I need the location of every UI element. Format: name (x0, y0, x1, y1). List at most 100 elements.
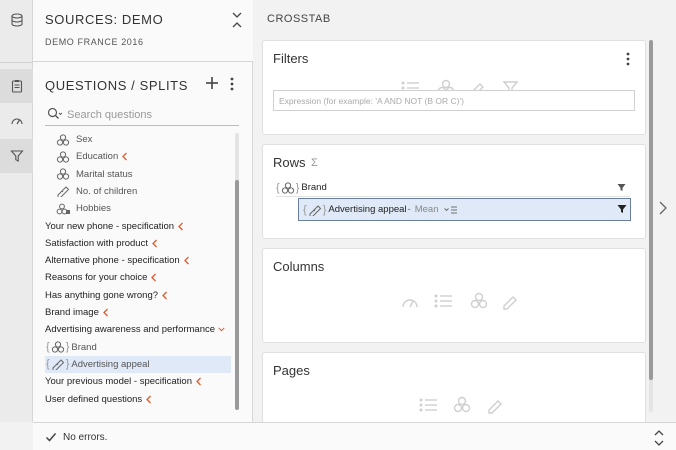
question-group[interactable]: Brand image (45, 304, 231, 321)
question-label: Has anything gone wrong? (45, 289, 159, 301)
question-label: Hobbies (76, 203, 111, 215)
pages-ghost-icons (419, 396, 502, 414)
expand-collapse-icon[interactable] (653, 429, 665, 447)
left-icon-rail (0, 0, 33, 422)
categorical-icon (56, 151, 70, 163)
questions-list: Sex Education Marital status No. of childre… (45, 131, 237, 411)
question-item[interactable]: Sex (45, 131, 231, 148)
chevron-left-icon[interactable] (177, 222, 184, 231)
brace-left: { (276, 181, 280, 194)
numeric-icon (57, 186, 70, 198)
question-label: Your new phone - specification (45, 220, 175, 232)
row-brand[interactable]: { } Brand (276, 179, 630, 197)
pages-title: Pages (273, 363, 310, 378)
chevron-left-icon[interactable] (102, 308, 109, 317)
chevron-left-icon[interactable] (151, 239, 158, 248)
questions-scrollbar-thumb[interactable] (235, 180, 239, 410)
chevron-left-icon[interactable] (145, 395, 152, 404)
multi-response-icon (56, 203, 70, 215)
question-group[interactable]: User defined questions (45, 391, 231, 408)
filters-title: Filters (273, 51, 309, 66)
database-icon (10, 13, 23, 27)
chevron-down-icon[interactable] (218, 325, 225, 334)
nested-label: Advertising appeal (328, 204, 407, 215)
question-item[interactable]: Marital status (45, 166, 231, 183)
question-item[interactable]: Hobbies (45, 200, 231, 217)
chevron-left-icon[interactable] (195, 377, 202, 386)
sources-title: SOURCES: DEMO (45, 12, 164, 27)
search-box (45, 104, 239, 126)
stat-dropdown-icon[interactable] (444, 206, 458, 214)
rows-title: Rows (273, 155, 306, 170)
filters-card: Filters (262, 40, 646, 135)
row-nested-advertising-appeal[interactable]: { } Advertising appeal - Mean (298, 198, 631, 221)
chevron-left-icon[interactable] (161, 291, 168, 300)
nested-separator: - (407, 204, 411, 215)
left-panel: SOURCES: DEMO DEMO FRANCE 2016 QUESTIONS… (33, 0, 253, 422)
questions-tab[interactable] (0, 69, 33, 103)
sources-subtitle: DEMO FRANCE 2016 (45, 37, 144, 47)
question-label: Advertising appeal (71, 358, 150, 370)
question-label: Sex (76, 134, 93, 145)
search-icon[interactable] (47, 107, 63, 121)
brace-left: { (46, 341, 50, 354)
numeric-icon (52, 359, 64, 371)
dashboard-tab[interactable] (0, 104, 33, 138)
question-group[interactable]: Alternative phone - specification (45, 252, 231, 269)
chevron-left-icon[interactable] (150, 273, 157, 282)
question-group[interactable]: Advertising awareness and performance (45, 321, 231, 338)
question-label: Advertising awareness and performance (45, 324, 216, 336)
crosstab-scrollbar-thumb[interactable] (649, 40, 653, 380)
categorical-icon (56, 168, 70, 180)
more-vertical-icon[interactable] (229, 77, 235, 91)
question-label: Brand (71, 341, 97, 353)
speedometer-icon (10, 118, 23, 125)
question-item[interactable]: {} Brand (45, 339, 231, 356)
question-group[interactable]: Your new phone - specification (45, 218, 231, 235)
filters-more-icon[interactable] (625, 52, 631, 66)
question-label: Brand image (45, 307, 99, 318)
pages-card: Pages (262, 352, 646, 422)
numeric-icon (309, 204, 321, 216)
chevron-left-icon[interactable] (183, 256, 190, 265)
sources-tab[interactable] (0, 0, 33, 40)
brace-right: } (65, 341, 70, 354)
question-group[interactable]: Reasons for your choice (45, 269, 231, 286)
question-item[interactable]: Education (45, 148, 231, 165)
question-label: Marital status (76, 168, 133, 180)
collapse-icon[interactable] (231, 11, 243, 29)
filter-icon (9, 150, 24, 162)
question-label: Satisfaction with product (45, 237, 148, 249)
brace-left: { (303, 203, 307, 216)
brace-left: { (46, 358, 50, 371)
status-bar: No errors. (33, 422, 676, 450)
categorical-icon (56, 133, 70, 146)
row-brand-filter-icon[interactable] (617, 183, 626, 192)
clipboard-list-icon (11, 80, 22, 93)
filter-tab[interactable] (0, 139, 33, 173)
nested-filter-icon[interactable] (617, 204, 627, 214)
rows-card: Rows Σ { } Brand { } Advertising appeal … (262, 144, 646, 239)
sigma-icon[interactable]: Σ (311, 157, 318, 169)
question-label: Alternative phone - specification (45, 255, 180, 267)
questions-title: QUESTIONS / SPLITS (45, 78, 188, 93)
question-group[interactable]: Has anything gone wrong? (45, 287, 231, 304)
check-icon (45, 433, 57, 442)
chevron-left-icon[interactable] (121, 152, 128, 161)
search-input[interactable] (67, 106, 235, 124)
columns-title: Columns (273, 259, 325, 274)
stat-selector[interactable]: Mean (415, 204, 439, 215)
categorical-icon (51, 341, 64, 353)
chevron-right-icon[interactable] (658, 200, 668, 216)
question-group[interactable]: Satisfaction with product (45, 235, 231, 252)
question-label: User defined questions (45, 393, 143, 405)
add-icon[interactable] (205, 76, 219, 90)
categorical-icon (281, 181, 294, 194)
question-group[interactable]: Your previous model - specification (45, 373, 231, 390)
question-item[interactable]: {} Advertising appeal (45, 355, 231, 373)
brace-right: } (322, 203, 327, 216)
filter-expression-input[interactable] (273, 90, 635, 111)
question-label: Reasons for your choice (45, 272, 148, 284)
brace-right: } (65, 358, 70, 371)
question-item[interactable]: No. of children (45, 183, 231, 200)
